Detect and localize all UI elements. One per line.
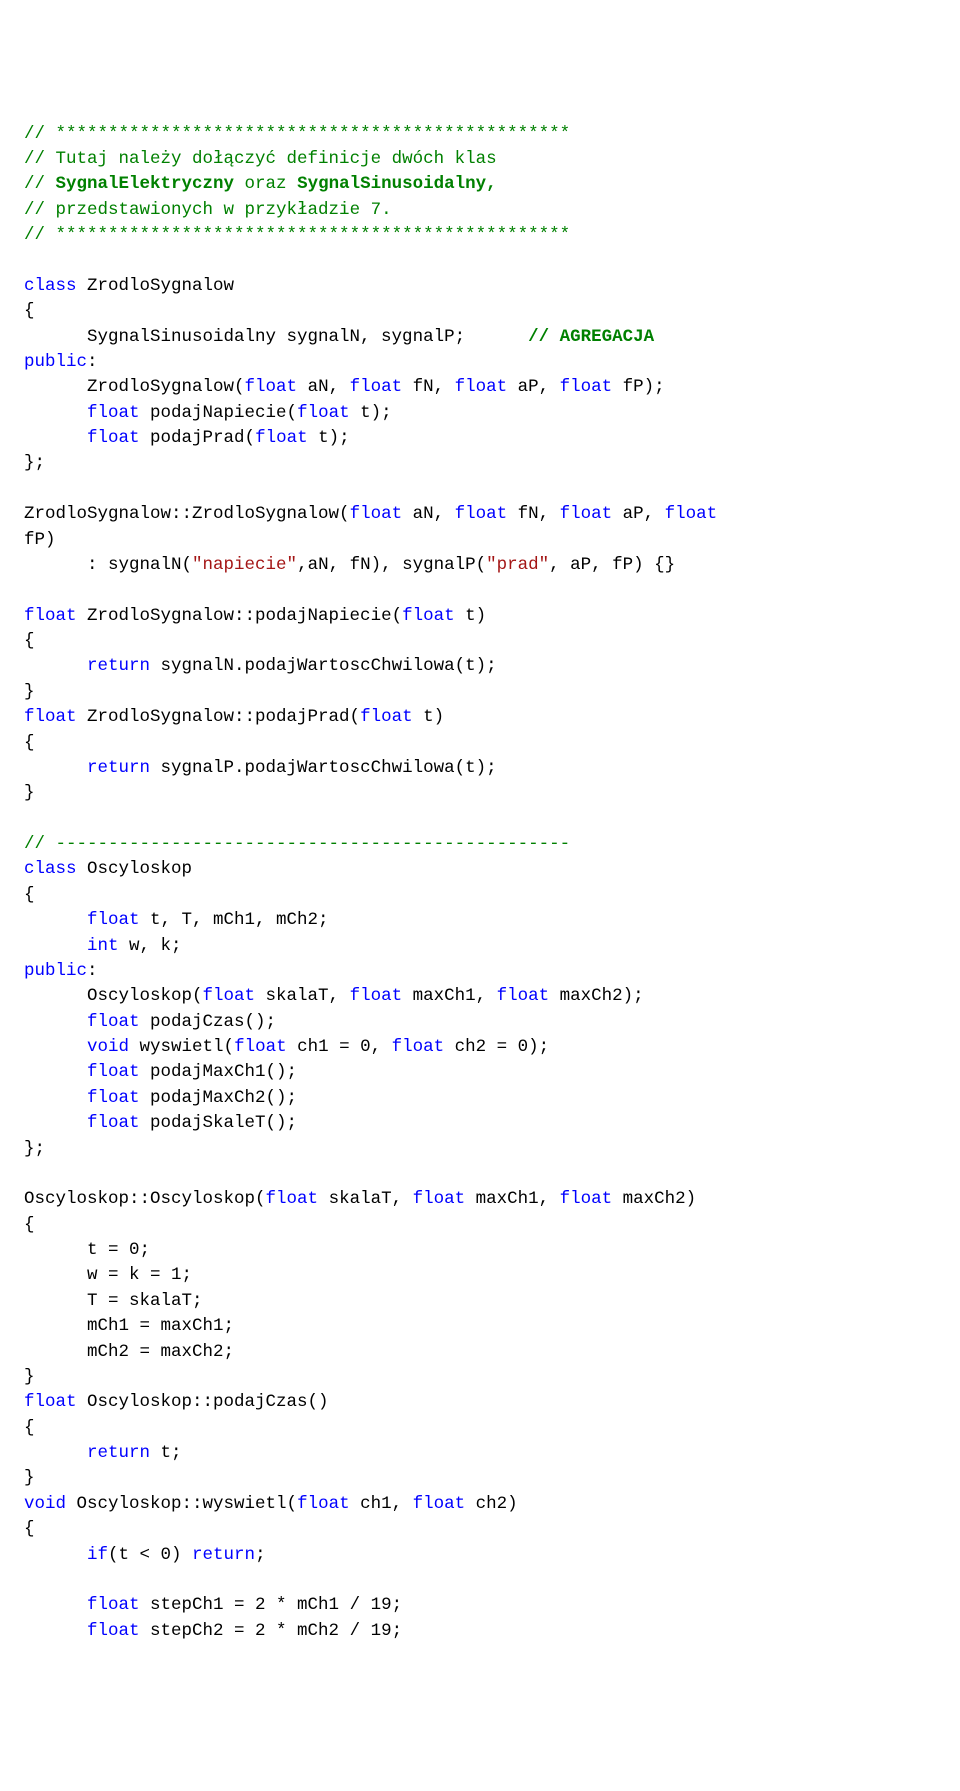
code-line: T = skalaT; xyxy=(24,1291,203,1311)
code-line: { xyxy=(24,1519,35,1539)
code-line: public: xyxy=(24,961,98,981)
code-line: }; xyxy=(24,453,45,473)
code-line: float Oscyloskop::podajCzas() xyxy=(24,1392,329,1412)
code-line: class ZrodloSygnalow xyxy=(24,276,234,296)
code-line: Oscyloskop::Oscyloskop(float skalaT, flo… xyxy=(24,1189,696,1209)
code-line: mCh1 = maxCh1; xyxy=(24,1316,234,1336)
code-line: { xyxy=(24,733,35,753)
code-line: float ZrodloSygnalow::podajPrad(float t) xyxy=(24,707,444,727)
code-line: } xyxy=(24,1468,35,1488)
code-line: float podajSkaleT(); xyxy=(24,1113,297,1133)
code-line: float t, T, mCh1, mCh2; xyxy=(24,910,329,930)
code-line: return t; xyxy=(24,1443,182,1463)
code-line: { xyxy=(24,1215,35,1235)
code-line: int w, k; xyxy=(24,936,182,956)
comment-line: // przedstawionych w przykładzie 7. xyxy=(24,200,392,220)
code-line: class Oscyloskop xyxy=(24,859,192,879)
code-line: w = k = 1; xyxy=(24,1265,192,1285)
code-line: Oscyloskop(float skalaT, float maxCh1, f… xyxy=(24,986,644,1006)
comment-line: // *************************************… xyxy=(24,225,570,245)
code-line: ZrodloSygnalow(float aN, float fN, float… xyxy=(24,377,665,397)
code-line: { xyxy=(24,885,35,905)
code-line: float stepCh1 = 2 * mCh1 / 19; xyxy=(24,1595,402,1615)
code-line: float podajPrad(float t); xyxy=(24,428,350,448)
code-line: if(t < 0) return; xyxy=(24,1545,266,1565)
code-line: } xyxy=(24,783,35,803)
code-line: float podajCzas(); xyxy=(24,1012,276,1032)
code-line: { xyxy=(24,631,35,651)
code-line: return sygnalN.podajWartoscChwilowa(t); xyxy=(24,656,497,676)
code-line: }; xyxy=(24,1139,45,1159)
comment-line: // -------------------------------------… xyxy=(24,834,570,854)
code-line: void Oscyloskop::wyswietl(float ch1, flo… xyxy=(24,1494,518,1514)
code-line: return sygnalP.podajWartoscChwilowa(t); xyxy=(24,758,497,778)
code-line: { xyxy=(24,1418,35,1438)
code-line: ZrodloSygnalow::ZrodloSygnalow(float aN,… xyxy=(24,504,717,524)
code-line: float stepCh2 = 2 * mCh2 / 19; xyxy=(24,1621,402,1641)
code-line: t = 0; xyxy=(24,1240,150,1260)
code-line: float podajNapiecie(float t); xyxy=(24,403,392,423)
code-line: public: xyxy=(24,352,98,372)
code-line: fP) xyxy=(24,530,56,550)
code-line: } xyxy=(24,682,35,702)
code-line: void wyswietl(float ch1 = 0, float ch2 =… xyxy=(24,1037,549,1057)
code-line: float podajMaxCh1(); xyxy=(24,1062,297,1082)
code-line: : sygnalN("napiecie",aN, fN), sygnalP("p… xyxy=(24,555,675,575)
comment-line: // SygnalElektryczny oraz SygnalSinusoid… xyxy=(24,174,497,194)
code-line: { xyxy=(24,301,35,321)
code-line: SygnalSinusoidalny sygnalN, sygnalP; // … xyxy=(24,327,654,347)
code-line: } xyxy=(24,1367,35,1387)
comment-line: // Tutaj należy dołączyć definicje dwóch… xyxy=(24,149,497,169)
comment-line: // *************************************… xyxy=(24,124,570,144)
code-line: mCh2 = maxCh2; xyxy=(24,1342,234,1362)
code-line: float ZrodloSygnalow::podajNapiecie(floa… xyxy=(24,606,486,626)
code-line: float podajMaxCh2(); xyxy=(24,1088,297,1108)
code-block: // *************************************… xyxy=(24,122,936,1645)
